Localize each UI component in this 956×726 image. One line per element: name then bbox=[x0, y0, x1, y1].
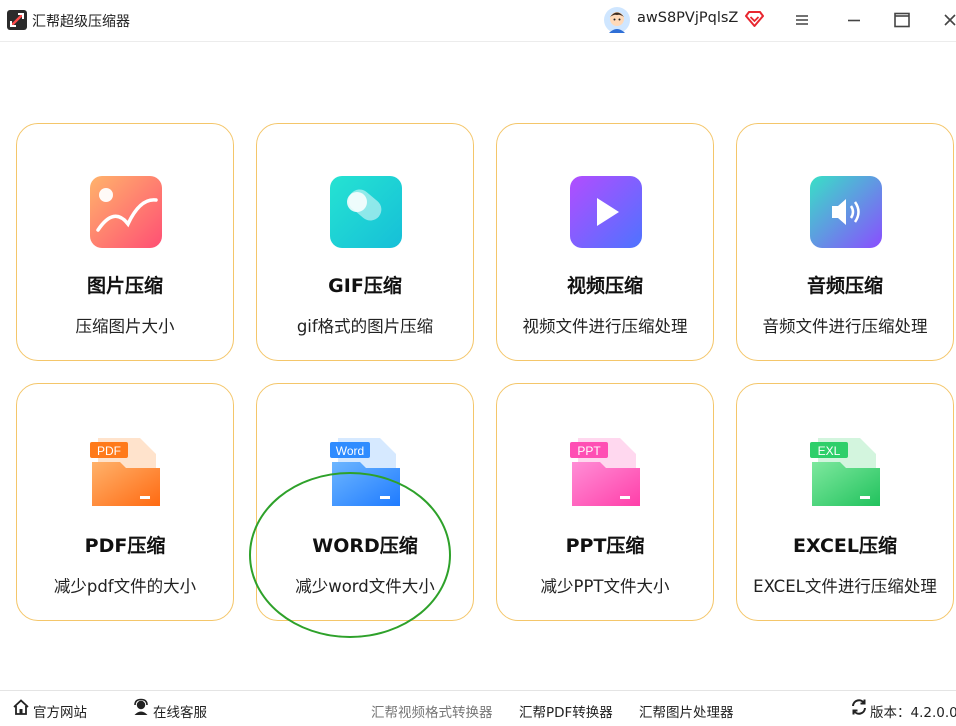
minimize-icon[interactable] bbox=[842, 8, 866, 32]
excel-file-icon: EXL bbox=[810, 438, 880, 506]
word-file-icon: Word bbox=[330, 438, 400, 506]
vip-diamond-icon[interactable] bbox=[745, 9, 764, 28]
svg-text:Word: Word bbox=[336, 444, 364, 458]
card-ppt-compress[interactable]: PPT PPT压缩 减少PPT文件大小 bbox=[496, 383, 714, 621]
svg-text:PPT: PPT bbox=[577, 444, 601, 458]
card-pdf-compress[interactable]: PDF PDF压缩 减少pdf文件的大小 bbox=[16, 383, 234, 621]
home-icon[interactable] bbox=[12, 698, 30, 716]
svg-text:EXL: EXL bbox=[818, 444, 841, 458]
version-label: 版本：4.2.0.0 bbox=[870, 705, 956, 721]
customer-service-icon[interactable] bbox=[132, 698, 150, 716]
card-desc: 音频文件进行压缩处理 bbox=[762, 317, 928, 336]
footer-bar: 官方网站 在线客服 汇帮视频格式转换器 汇帮PDF转换器 汇帮图片处理器 版本：… bbox=[0, 690, 956, 726]
card-gif-compress[interactable]: GIF压缩 gif格式的图片压缩 bbox=[256, 123, 474, 361]
card-title: WORD压缩 bbox=[312, 535, 418, 557]
pdf-file-icon: PDF bbox=[90, 438, 160, 506]
svg-text:PDF: PDF bbox=[97, 444, 121, 458]
card-desc: 视频文件进行压缩处理 bbox=[522, 317, 688, 336]
card-desc: EXCEL文件进行压缩处理 bbox=[753, 577, 937, 596]
pdf-converter-link[interactable]: 汇帮PDF转换器 bbox=[519, 701, 613, 721]
card-excel-compress[interactable]: EXL EXCEL压缩 EXCEL文件进行压缩处理 bbox=[736, 383, 954, 621]
maximize-icon[interactable] bbox=[890, 8, 914, 32]
app-title: 汇帮超级压缩器 bbox=[32, 14, 130, 30]
card-title: 图片压缩 bbox=[86, 275, 163, 297]
card-desc: gif格式的图片压缩 bbox=[296, 317, 434, 336]
card-image-compress[interactable]: 图片压缩 压缩图片大小 bbox=[16, 123, 234, 361]
close-icon[interactable] bbox=[938, 8, 956, 32]
image-processor-link[interactable]: 汇帮图片处理器 bbox=[639, 701, 734, 721]
version-number: 4.2.0.0 bbox=[910, 705, 956, 721]
card-title: 音频压缩 bbox=[806, 275, 883, 297]
card-audio-compress[interactable]: 音频压缩 音频文件进行压缩处理 bbox=[736, 123, 954, 361]
image-icon bbox=[90, 176, 162, 248]
official-website-link[interactable]: 官方网站 bbox=[33, 701, 87, 721]
refresh-icon[interactable] bbox=[850, 698, 868, 716]
card-title: GIF压缩 bbox=[328, 275, 402, 297]
avatar[interactable] bbox=[604, 7, 630, 33]
card-desc: 减少pdf文件的大小 bbox=[53, 577, 197, 596]
app-logo-icon bbox=[7, 10, 27, 30]
card-title: EXCEL压缩 bbox=[793, 535, 897, 557]
username[interactable]: awS8PVjPqlsZ bbox=[637, 10, 738, 26]
online-support-link[interactable]: 在线客服 bbox=[153, 701, 207, 721]
gif-icon bbox=[330, 176, 402, 248]
ppt-file-icon: PPT bbox=[570, 438, 640, 506]
video-converter-link[interactable]: 汇帮视频格式转换器 bbox=[371, 701, 493, 721]
video-icon bbox=[570, 176, 642, 248]
card-title: 视频压缩 bbox=[566, 275, 643, 297]
card-video-compress[interactable]: 视频压缩 视频文件进行压缩处理 bbox=[496, 123, 714, 361]
card-desc: 减少PPT文件大小 bbox=[540, 577, 670, 596]
title-bar: 汇帮超级压缩器 awS8PVjPqlsZ bbox=[0, 0, 956, 42]
card-word-compress[interactable]: Word WORD压缩 减少word文件大小 bbox=[256, 383, 474, 621]
card-desc: 减少word文件大小 bbox=[295, 577, 435, 596]
audio-icon bbox=[810, 176, 882, 248]
card-desc: 压缩图片大小 bbox=[75, 317, 175, 336]
menu-icon[interactable] bbox=[790, 8, 814, 32]
card-title: PDF压缩 bbox=[84, 535, 166, 557]
card-title: PPT压缩 bbox=[565, 535, 645, 557]
